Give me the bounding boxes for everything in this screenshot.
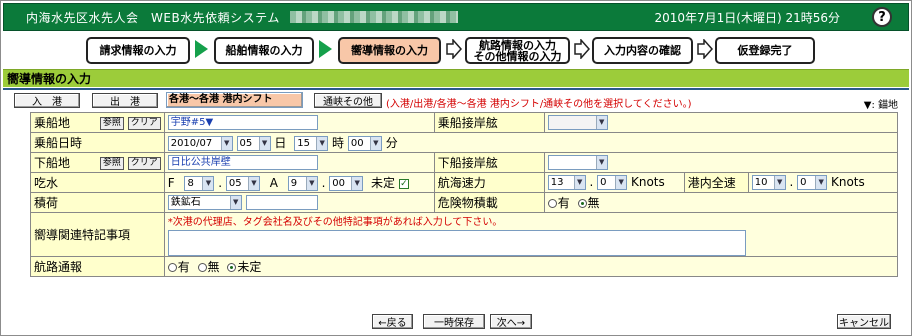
chevron-down-icon: ▼: [595, 116, 607, 129]
chevron-down-icon: ▼: [305, 177, 317, 190]
app-title: 内海水先区水先人会 WEB水先依頼システム: [26, 10, 280, 25]
arrow-right-icon: [195, 40, 208, 58]
boarding-hour-select[interactable]: 15 ▼: [294, 136, 329, 151]
boarding-clear-button[interactable]: クリア: [127, 117, 161, 130]
harbor-speed-dec-select[interactable]: 0 ▼: [797, 175, 828, 190]
nav-speed-int-select[interactable]: 13 ▼: [547, 175, 586, 190]
step-confirm: 入力内容の確認: [592, 37, 693, 64]
pilotage-form: 乗船地 参照 クリア 宇野#5▼ 乗船接岸舷 ▼ 乗船日時 2010/07 ▼ 0…: [30, 112, 899, 277]
chevron-down-icon: ▼: [316, 137, 328, 150]
current-datetime: 2010年7月1日(木曜日) 21時56分: [654, 10, 840, 25]
redacted-text: [289, 11, 458, 23]
strait-other-button[interactable]: 通峡その他: [314, 93, 382, 108]
section-title: 嚮導情報の入力: [3, 69, 909, 90]
boarding-minute-select[interactable]: 00 ▼: [347, 136, 382, 151]
aft-m-select[interactable]: 9 ▼: [287, 176, 318, 191]
back-button[interactable]: ←戻る: [372, 314, 413, 329]
arrow-right-outline-icon: [697, 39, 713, 59]
step-complete: 仮登録完了: [715, 37, 815, 64]
boarding-datetime-label: 乗船日時: [30, 132, 165, 153]
special-notes-label: 嚮導関連特記事項: [30, 212, 165, 257]
divider: [3, 88, 909, 90]
boarding-berth-label: 乗船接岸舷: [433, 112, 545, 133]
next-button[interactable]: 次へ→: [490, 314, 532, 329]
section-title-text: 嚮導情報の入力: [7, 72, 92, 86]
cargo-label: 積荷: [30, 192, 165, 213]
arrow-right-icon: [319, 40, 332, 58]
chevron-down-icon: ▼: [615, 176, 627, 189]
boarding-place-label: 乗船地 参照 クリア: [30, 112, 165, 133]
channel-yes-radio[interactable]: [167, 263, 177, 272]
help-icon[interactable]: ?: [872, 7, 892, 27]
danger-label: 危険物積載: [433, 192, 545, 213]
channel-report-label: 航路通報: [30, 256, 165, 277]
boarding-date-select[interactable]: 2010/07 ▼: [167, 136, 233, 151]
danger-yes-radio[interactable]: [547, 199, 557, 208]
boarding-place-input[interactable]: 宇野#5▼: [167, 115, 318, 130]
landing-berth-label: 下船接岸舷: [433, 152, 545, 173]
boarding-day-select[interactable]: 05 ▼: [236, 136, 271, 151]
landing-berth-select[interactable]: ▼: [547, 155, 608, 170]
temp-save-button[interactable]: 一時保存: [423, 314, 485, 329]
entry-port-button[interactable]: 入 港: [14, 93, 80, 108]
chevron-down-icon: ▼: [773, 176, 785, 189]
nav-speed-dec-select[interactable]: 0 ▼: [597, 175, 628, 190]
cargo-select[interactable]: 鉄鉱石 ▼: [167, 195, 242, 210]
fore-m-select[interactable]: 8 ▼: [184, 176, 215, 191]
chevron-down-icon: ▼: [202, 177, 214, 190]
draft-label: 吃水: [30, 172, 165, 193]
anchorage-legend: ▼: 錨地: [863, 100, 898, 111]
header-bar: 内海水先区水先人会 WEB水先依頼システム 2010年7月1日(木曜日) 21時…: [3, 3, 909, 31]
step-billing: 請求情報の入力: [86, 37, 190, 64]
chevron-down-icon: ▼: [229, 196, 241, 209]
special-notes-textarea[interactable]: [167, 230, 746, 256]
chevron-down-icon: ▼: [369, 137, 381, 150]
arrow-right-outline-icon: [446, 39, 462, 59]
step-vessel: 船舶情報の入力: [214, 37, 314, 64]
step-pilotage-current: 嚮導情報の入力: [338, 37, 441, 64]
aft-cm-select[interactable]: 00 ▼: [329, 176, 364, 191]
danger-no-radio[interactable]: [577, 199, 587, 208]
exit-port-button[interactable]: 出 港: [92, 93, 158, 108]
arrow-right-outline-icon: [574, 39, 590, 59]
chevron-down-icon: ▼: [220, 137, 232, 150]
step-navigation: 請求情報の入力 船舶情報の入力 嚮導情報の入力 航路情報の入力 その他情報の入力…: [3, 31, 909, 69]
chevron-down-icon: ▼: [247, 177, 259, 190]
chevron-down-icon: ▼: [573, 176, 585, 189]
harbor-speed-int-select[interactable]: 10 ▼: [751, 175, 786, 190]
harbor-speed-label: 港内全速: [683, 172, 749, 193]
channel-undecided-radio[interactable]: [227, 263, 237, 272]
landing-clear-button[interactable]: クリア: [127, 157, 161, 170]
landing-ref-button[interactable]: 参照: [99, 157, 124, 170]
cancel-button[interactable]: キャンセル: [837, 314, 891, 329]
boarding-berth-select[interactable]: ▼: [547, 115, 608, 130]
cargo-input[interactable]: [245, 195, 318, 210]
step-route: 航路情報の入力 その他情報の入力: [465, 37, 570, 64]
draft-undecided-checkbox[interactable]: ✓: [398, 178, 409, 189]
selection-hint: (入港/出港/各港〜各港 港内シフト/通峡その他を選択してください。): [386, 99, 692, 110]
shift-button[interactable]: 各港〜各港 港内シフト: [166, 92, 303, 108]
chevron-down-icon: ▼: [815, 176, 827, 189]
special-notes-hint: *次港の代理店、タグ会社名及びその他特記事項があれば入力して下さい。: [167, 217, 503, 228]
channel-no-radio[interactable]: [197, 263, 207, 272]
fore-cm-select[interactable]: 05 ▼: [225, 176, 260, 191]
landing-place-label: 下船地 参照 クリア: [30, 152, 165, 173]
chevron-down-icon: ▼: [595, 156, 607, 169]
chevron-down-icon: ▼: [351, 177, 363, 190]
landing-place-input[interactable]: 日比公共岸壁: [167, 155, 318, 170]
nav-speed-label: 航海速力: [433, 172, 545, 193]
boarding-ref-button[interactable]: 参照: [99, 117, 124, 130]
chevron-down-icon: ▼: [258, 137, 270, 150]
